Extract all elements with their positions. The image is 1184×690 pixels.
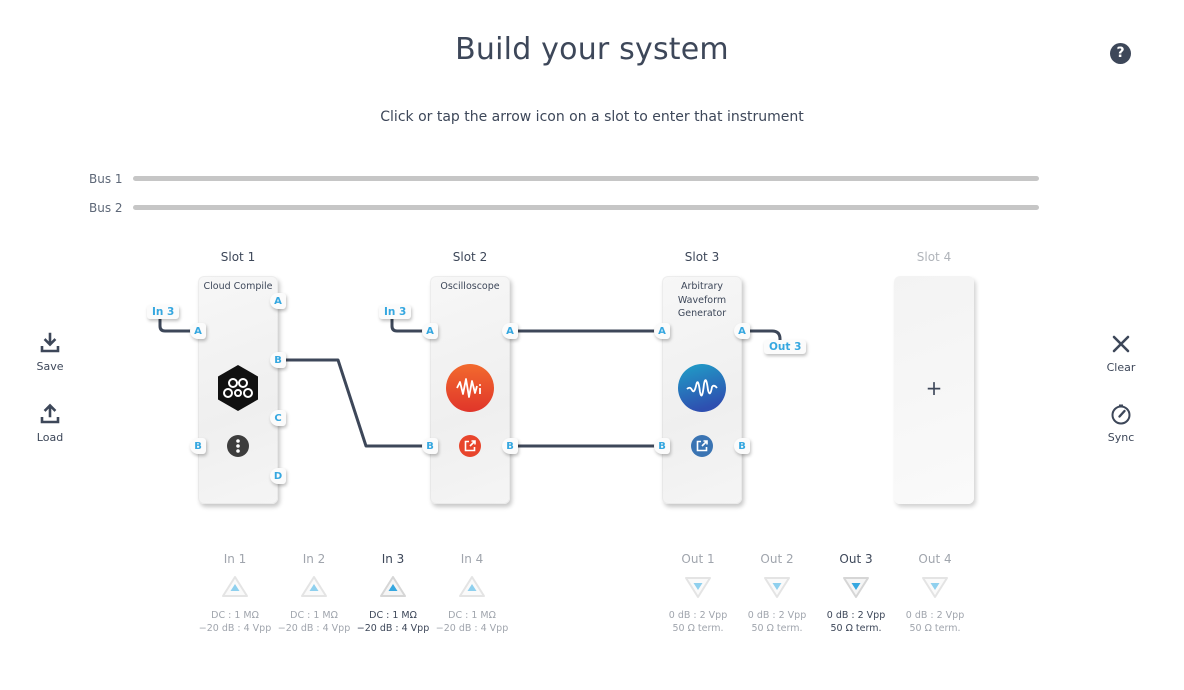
oscilloscope-icon xyxy=(446,364,494,412)
gauge-icon xyxy=(1111,404,1131,425)
slot-2-instrument-name: Oscilloscope xyxy=(440,281,500,292)
slot-1-output-d[interactable]: D xyxy=(270,468,286,484)
wire-in3-slot1a xyxy=(158,318,192,333)
open-instrument-icon[interactable] xyxy=(691,435,713,457)
slot-2-card[interactable]: Oscilloscope xyxy=(430,276,510,504)
input-triangle-icon[interactable] xyxy=(300,575,328,599)
help-button[interactable]: ? xyxy=(1110,43,1131,64)
slot-4-label: Slot 4 xyxy=(916,250,952,264)
wire-in3-slot2a xyxy=(390,318,424,333)
save-button[interactable]: Save xyxy=(20,332,80,373)
slot-1-output-a[interactable]: A xyxy=(270,293,286,309)
close-icon xyxy=(1112,335,1130,353)
slot-1-input-tag[interactable]: In 3 xyxy=(147,305,180,319)
slot-4-card[interactable]: + xyxy=(894,276,974,504)
input-1[interactable]: In 1 DC : 1 MΩ −20 dB : 4 Vpp xyxy=(195,552,275,635)
waveform-generator-icon xyxy=(678,364,726,412)
question-circle-icon: ? xyxy=(1116,45,1125,61)
slot-1-input-a[interactable]: A xyxy=(190,323,206,339)
slot-3-card[interactable]: Arbitrary Waveform Generator xyxy=(662,276,742,504)
output-triangle-icon[interactable] xyxy=(684,575,712,599)
bus-2-line[interactable] xyxy=(133,205,1039,210)
slot-3-input-b[interactable]: B xyxy=(654,438,670,454)
slot-3-output-a[interactable]: A xyxy=(734,323,750,339)
slot-2-input-tag[interactable]: In 3 xyxy=(379,305,412,319)
output-triangle-icon[interactable] xyxy=(921,575,949,599)
load-label: Load xyxy=(36,431,64,444)
plus-icon: + xyxy=(925,376,943,400)
sync-label: Sync xyxy=(1107,431,1135,444)
input-triangle-icon[interactable] xyxy=(379,575,407,599)
slot-1-card[interactable]: Cloud Compile xyxy=(198,276,278,504)
slot-1-output-c[interactable]: C xyxy=(270,410,286,426)
output-triangle-icon[interactable] xyxy=(763,575,791,599)
bus-2-label: Bus 2 xyxy=(89,201,123,215)
slot-3-output-tag[interactable]: Out 3 xyxy=(764,340,807,354)
output-3[interactable]: Out 3 0 dB : 2 Vpp 50 Ω term. xyxy=(816,552,896,635)
input-2[interactable]: In 2 DC : 1 MΩ −20 dB : 4 Vpp xyxy=(274,552,354,635)
input-3[interactable]: In 3 DC : 1 MΩ −20 dB : 4 Vpp xyxy=(353,552,433,635)
output-triangle-icon[interactable] xyxy=(842,575,870,599)
output-4[interactable]: Out 4 0 dB : 2 Vpp 50 Ω term. xyxy=(895,552,975,635)
slot-2-label: Slot 2 xyxy=(452,250,488,264)
bus-1-line[interactable] xyxy=(133,176,1039,181)
slot-3-input-a[interactable]: A xyxy=(654,323,670,339)
input-triangle-icon[interactable] xyxy=(221,575,249,599)
slot-2-output-b[interactable]: B xyxy=(502,438,518,454)
download-icon xyxy=(40,332,60,353)
slot-2-input-b[interactable]: B xyxy=(422,438,438,454)
connection-wires xyxy=(158,318,782,448)
slot-1-label: Slot 1 xyxy=(220,250,256,264)
bus-1-label: Bus 1 xyxy=(89,172,123,186)
output-2[interactable]: Out 2 0 dB : 2 Vpp 50 Ω term. xyxy=(737,552,817,635)
slot-3-output-b[interactable]: B xyxy=(734,438,750,454)
more-vertical-icon[interactable] xyxy=(227,435,249,457)
sync-button[interactable]: Sync xyxy=(1091,403,1151,444)
wire-slot1b-slot2b xyxy=(284,358,424,448)
upload-icon xyxy=(40,403,60,424)
output-1[interactable]: Out 1 0 dB : 2 Vpp 50 Ω term. xyxy=(658,552,738,635)
slot-3-instrument-name: Arbitrary Waveform Generator xyxy=(677,281,727,319)
slot-3-label: Slot 3 xyxy=(684,250,720,264)
slot-1-input-b[interactable]: B xyxy=(190,438,206,454)
page-subtitle: Click or tap the arrow icon on a slot to… xyxy=(380,109,804,125)
slot-2-input-a[interactable]: A xyxy=(422,323,438,339)
load-button[interactable]: Load xyxy=(20,403,80,444)
input-4[interactable]: In 4 DC : 1 MΩ −20 dB : 4 Vpp xyxy=(432,552,512,635)
open-instrument-icon[interactable] xyxy=(459,435,481,457)
page-title: Build your system xyxy=(455,32,729,67)
slot-1-instrument-name: Cloud Compile xyxy=(203,281,273,292)
input-triangle-icon[interactable] xyxy=(458,575,486,599)
slot-2-output-a[interactable]: A xyxy=(502,323,518,339)
clear-label: Clear xyxy=(1106,361,1136,374)
slot-1-output-b[interactable]: B xyxy=(270,352,286,368)
clear-button[interactable]: Clear xyxy=(1091,333,1151,374)
save-label: Save xyxy=(36,360,64,373)
cloud-compile-icon xyxy=(218,365,258,411)
